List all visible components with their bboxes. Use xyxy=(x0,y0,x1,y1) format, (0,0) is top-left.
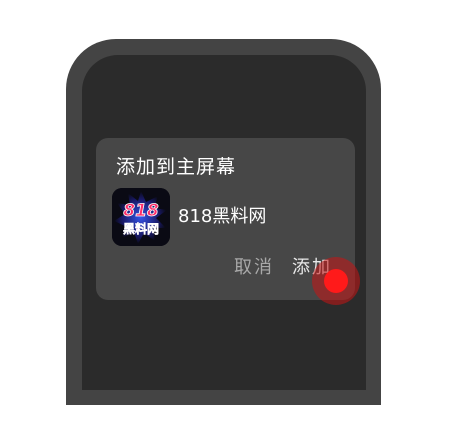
818-app-logo-icon: 818 黑料网 xyxy=(112,188,170,246)
dialog-title: 添加到主屏幕 xyxy=(116,156,237,178)
app-name: 818黑料网 xyxy=(178,206,267,227)
svg-text:黑料网: 黑料网 xyxy=(123,221,159,236)
svg-text:818: 818 xyxy=(123,201,159,221)
cancel-button[interactable]: 取消 xyxy=(234,257,274,279)
touch-dot xyxy=(324,269,348,293)
touch-indicator xyxy=(312,257,360,305)
